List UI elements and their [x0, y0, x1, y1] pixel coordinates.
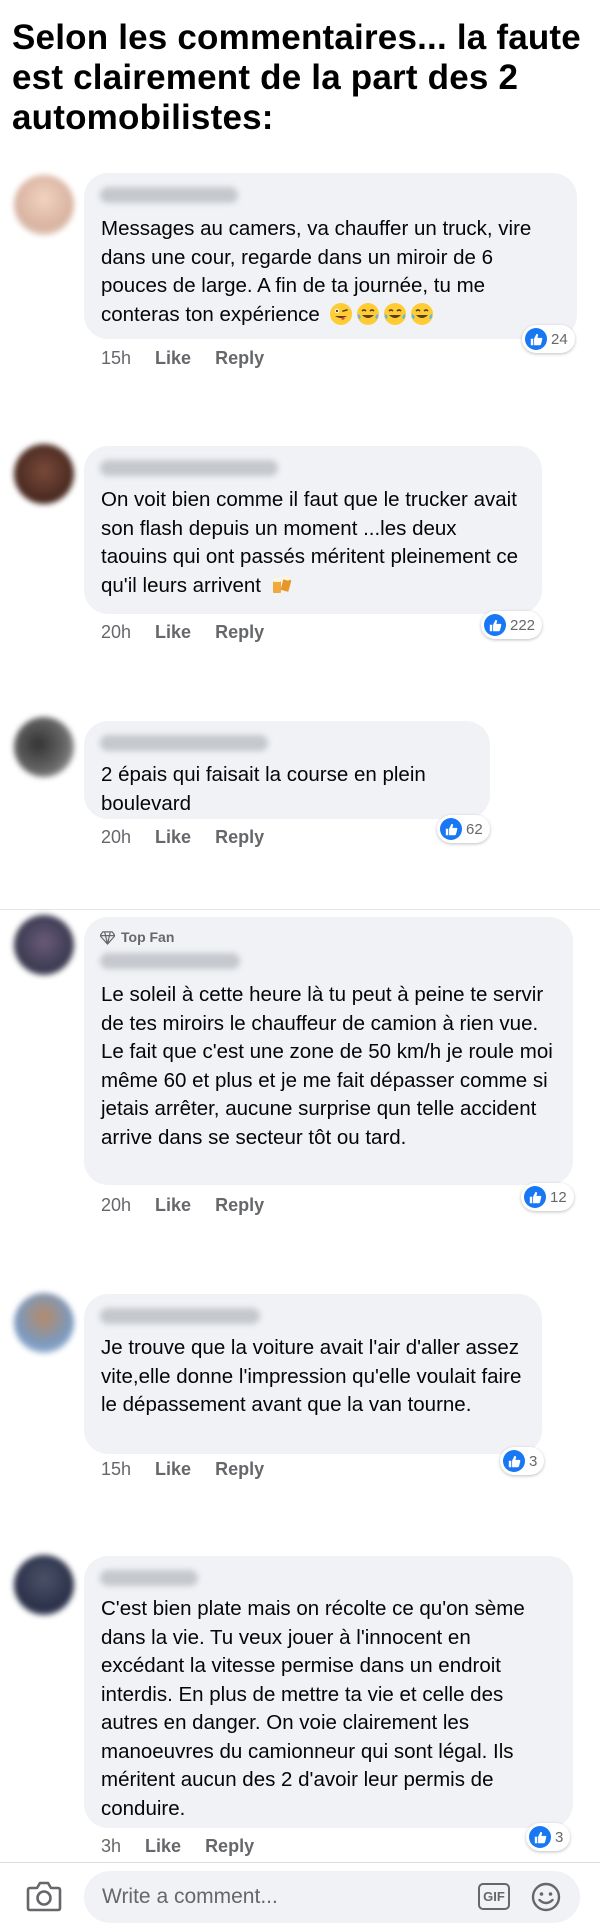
thumbs-up-icon — [484, 614, 506, 636]
comment-3: 2 épais qui faisait la course en plein b… — [0, 715, 600, 855]
like-button[interactable]: Like — [155, 1458, 191, 1480]
comment-timestamp[interactable]: 15h — [101, 1458, 131, 1480]
comment-bubble[interactable]: Je trouve que la voiture avait l'air d'a… — [84, 1294, 542, 1454]
comment-bubble[interactable]: On voit bien comme il faut que le trucke… — [84, 446, 542, 614]
beer-mugs-icon — [272, 574, 291, 593]
reaction-number: 3 — [555, 1828, 564, 1846]
comment-timestamp[interactable]: 20h — [101, 826, 131, 848]
reaction-number: 24 — [551, 330, 568, 348]
page-headline: Selon les commentaires... la faute est c… — [12, 18, 581, 137]
comment-body: 2 épais qui faisait la course en plein b… — [101, 763, 426, 815]
reaction-count[interactable]: 3 — [500, 1447, 545, 1475]
avatar[interactable] — [14, 717, 74, 777]
comment-actions: 15h Like Reply — [101, 1458, 264, 1480]
comment-composer: GIF — [0, 1862, 600, 1930]
comment-bubble[interactable]: Top Fan Le soleil à cette heure là tu pe… — [84, 917, 573, 1185]
comment-body: Le soleil à cette heure là tu peut à pei… — [101, 983, 553, 1149]
diamond-icon — [100, 930, 115, 945]
like-button[interactable]: Like — [155, 347, 191, 369]
avatar[interactable] — [14, 1293, 74, 1353]
comment-text: Messages au camers, va chauffer un truck… — [101, 215, 559, 329]
comment-body: C'est bien plate mais on récolte ce qu'o… — [101, 1597, 525, 1820]
reaction-count[interactable]: 222 — [481, 611, 543, 639]
comment-actions: 20h Like Reply — [101, 621, 264, 643]
tears-of-joy-icon — [383, 302, 406, 325]
comment-5: Je trouve que la voiture avait l'air d'a… — [0, 1290, 600, 1490]
reply-button[interactable]: Reply — [215, 347, 264, 369]
comment-actions: 20h Like Reply — [101, 1194, 264, 1216]
reaction-count[interactable]: 62 — [437, 815, 490, 843]
reply-button[interactable]: Reply — [205, 1835, 254, 1857]
comment-body: Messages au camers, va chauffer un truck… — [101, 217, 532, 326]
comment-bubble[interactable]: C'est bien plate mais on récolte ce qu'o… — [84, 1556, 573, 1828]
avatar[interactable] — [14, 1555, 74, 1615]
reaction-count[interactable]: 24 — [522, 325, 575, 353]
thumbs-up-icon — [524, 1186, 546, 1208]
comment-actions: 15h Like Reply — [101, 347, 264, 369]
section-divider — [0, 909, 600, 910]
comment-timestamp[interactable]: 20h — [101, 621, 131, 643]
camera-icon[interactable] — [26, 1879, 62, 1913]
reply-button[interactable]: Reply — [215, 621, 264, 643]
smiley-icon[interactable] — [530, 1881, 562, 1913]
reaction-number: 3 — [529, 1452, 538, 1470]
thumbs-up-icon — [503, 1450, 525, 1472]
author-name-blurred[interactable] — [100, 1570, 198, 1586]
author-name-blurred[interactable] — [100, 1308, 260, 1324]
gif-icon[interactable]: GIF — [478, 1883, 510, 1910]
comment-timestamp[interactable]: 20h — [101, 1194, 131, 1216]
comment-timestamp[interactable]: 3h — [101, 1835, 121, 1857]
like-button[interactable]: Like — [145, 1835, 181, 1857]
tears-of-joy-icon — [410, 302, 433, 325]
reply-button[interactable]: Reply — [215, 1194, 264, 1216]
comment-body: Je trouve que la voiture avait l'air d'a… — [101, 1336, 522, 1416]
avatar[interactable] — [14, 444, 74, 504]
author-name-blurred[interactable] — [100, 953, 240, 969]
author-name-blurred[interactable] — [100, 735, 268, 751]
comment-bubble[interactable]: Messages au camers, va chauffer un truck… — [84, 173, 577, 339]
reaction-count[interactable]: 3 — [526, 1823, 571, 1851]
thumbs-up-icon — [440, 818, 462, 840]
comment-text: C'est bien plate mais on récolte ce qu'o… — [101, 1595, 555, 1823]
avatar[interactable] — [14, 915, 74, 975]
comment-timestamp[interactable]: 15h — [101, 347, 131, 369]
avatar[interactable] — [14, 175, 74, 235]
author-name-blurred[interactable] — [100, 187, 238, 203]
like-button[interactable]: Like — [155, 1194, 191, 1216]
thumbs-up-icon — [525, 328, 547, 350]
reaction-number: 12 — [550, 1188, 567, 1206]
comment-2: On voit bien comme il faut que le trucke… — [0, 440, 600, 650]
comment-bubble[interactable]: 2 épais qui faisait la course en plein b… — [84, 721, 490, 819]
thumbs-up-icon — [529, 1826, 551, 1848]
comment-body: On voit bien comme il faut que le trucke… — [101, 488, 519, 597]
comment-text: Le soleil à cette heure là tu peut à pei… — [101, 981, 555, 1152]
tears-of-joy-icon — [356, 302, 379, 325]
comment-1: Messages au camers, va chauffer un truck… — [0, 165, 600, 380]
like-button[interactable]: Like — [155, 826, 191, 848]
reaction-number: 62 — [466, 820, 483, 838]
top-fan-badge: Top Fan — [100, 929, 174, 945]
reply-button[interactable]: Reply — [215, 826, 264, 848]
reply-button[interactable]: Reply — [215, 1458, 264, 1480]
gif-label: GIF — [483, 1889, 505, 1904]
comment-6: C'est bien plate mais on récolte ce qu'o… — [0, 1552, 600, 1860]
reaction-number: 222 — [510, 616, 536, 634]
comment-actions: 20h Like Reply — [101, 826, 264, 848]
badge-label: Top Fan — [121, 929, 175, 945]
like-button[interactable]: Like — [155, 621, 191, 643]
comment-text: 2 épais qui faisait la course en plein b… — [101, 761, 472, 818]
winking-face-tongue-icon — [329, 302, 352, 325]
comment-text: On voit bien comme il faut que le trucke… — [101, 486, 524, 600]
comment-actions: 3h Like Reply — [101, 1835, 254, 1857]
reaction-count[interactable]: 12 — [521, 1183, 574, 1211]
author-name-blurred[interactable] — [100, 460, 278, 476]
comment-text: Je trouve que la voiture avait l'air d'a… — [101, 1334, 524, 1420]
comment-4: Top Fan Le soleil à cette heure là tu pe… — [0, 915, 600, 1225]
